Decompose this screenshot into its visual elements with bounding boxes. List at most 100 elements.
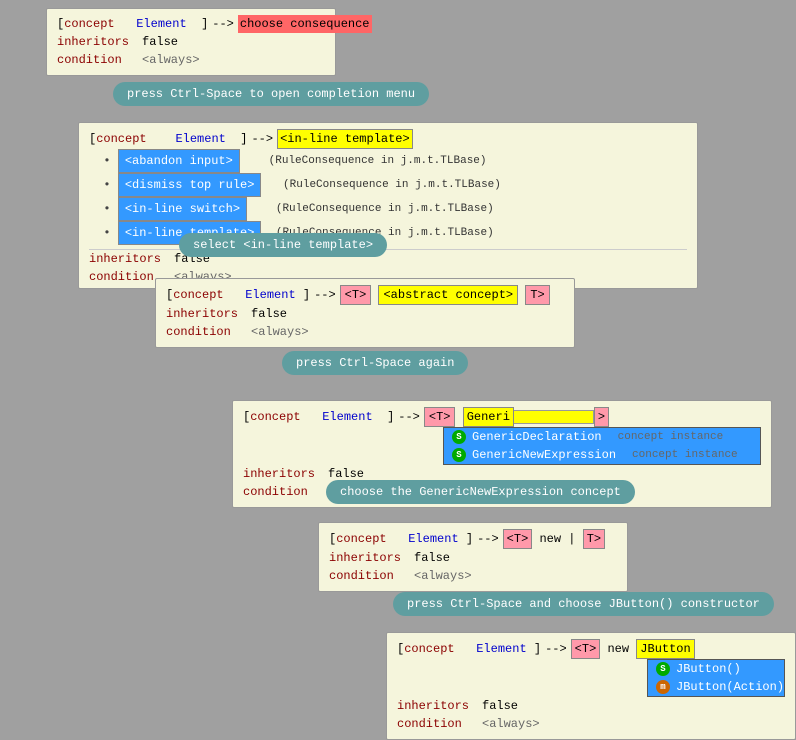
pipe-5: | xyxy=(568,530,575,548)
panel-1-line3: condition <always> xyxy=(57,51,325,69)
callout-5: press Ctrl-Space and choose JButton() co… xyxy=(393,592,774,616)
T2-label-5: T> xyxy=(583,529,605,549)
element-keyword-1: Element xyxy=(136,15,186,33)
jbutton-text-1: JButton(Action) xyxy=(676,680,784,694)
callout-2: select <in-line template> xyxy=(179,233,387,257)
element-keyword-6: Element xyxy=(476,640,526,658)
dropdown-item-1[interactable]: <dismiss top rule> xyxy=(118,173,262,197)
T-label-4: <T> xyxy=(424,407,456,427)
consequence-placeholder-1: choose consequence xyxy=(238,15,372,33)
dropdown-text-4-1: GenericNewExpression xyxy=(472,448,616,462)
panel-6: [ concept Element ] --> <T> new JButton … xyxy=(386,632,796,740)
condition-value-3: <always> xyxy=(251,323,309,341)
panel-5: [ concept Element ] --> <T> new | T> inh… xyxy=(318,522,628,592)
panel-1: [ concept Element ] --> choose consequen… xyxy=(46,8,336,76)
icon-m-jb1: m xyxy=(656,680,670,694)
inheritors-value-3: false xyxy=(251,305,287,323)
inheritors-label-6: inheritors xyxy=(397,697,482,715)
panel-1-line2: inheritors false xyxy=(57,33,325,51)
T-label-6: <T> xyxy=(571,639,601,659)
callout-3: press Ctrl-Space again xyxy=(282,351,468,375)
panel-3-line2: inheritors false xyxy=(166,305,564,323)
jbutton-label-6[interactable]: JButton xyxy=(636,639,694,659)
T2-label-3: T> xyxy=(525,285,549,305)
abstract-label-3: <abstract concept> xyxy=(378,285,518,305)
jbutton-text-0: JButton() xyxy=(676,662,741,676)
dropdown-text-4-0: GenericDeclaration xyxy=(472,430,602,444)
panel-3: [ concept Element ] --> <T> <abstract co… xyxy=(155,278,575,348)
selected-template-2: <in-line template> xyxy=(277,129,413,149)
inheritors-value-5: false xyxy=(414,549,450,567)
completion-dropdown-4: S GenericDeclaration concept instance S … xyxy=(443,427,761,465)
inheritors-label-5: inheritors xyxy=(329,549,414,567)
inheritors-label-3: inheritors xyxy=(166,305,251,323)
new-label-6: new xyxy=(607,640,629,658)
panel-1-line1: [ concept Element ] --> choose consequen… xyxy=(57,15,325,33)
jbutton-item-0[interactable]: S JButton() xyxy=(648,660,784,678)
dropdown-item-0[interactable]: <abandon input> xyxy=(118,149,240,173)
dropdown-item-4-1[interactable]: S GenericNewExpression concept instance xyxy=(444,446,760,464)
condition-label-5: condition xyxy=(329,567,414,585)
callout-1-text: press Ctrl-Space to open completion menu xyxy=(127,87,415,101)
panel-6-line3: condition <always> xyxy=(397,715,785,733)
input-field-4[interactable]: Generi xyxy=(463,407,514,427)
panel-5-line3: condition <always> xyxy=(329,567,617,585)
element-keyword-2: Element xyxy=(175,130,225,148)
panel-2-line2: • <abandon input> (RuleConsequence in j.… xyxy=(89,149,687,173)
icon-s-1: S xyxy=(452,448,466,462)
inheritors-label-4: inheritors xyxy=(243,465,328,483)
callout-2-text: select <in-line template> xyxy=(193,238,373,252)
dropdown-type-4-0: concept instance xyxy=(618,431,724,443)
jbutton-dropdown-6: S JButton() m JButton(Action) xyxy=(647,659,785,697)
inheritors-label-1: inheritors xyxy=(57,33,142,51)
callout-5-text: press Ctrl-Space and choose JButton() co… xyxy=(407,597,760,611)
icon-s-0: S xyxy=(452,430,466,444)
concept-keyword-3: concept xyxy=(173,286,223,304)
concept-keyword-5: concept xyxy=(336,530,386,548)
panel-2-container: [ concept Element ] --> <in-line templat… xyxy=(78,122,698,289)
new-label-5: new xyxy=(539,530,561,548)
panel-4-line1: [ concept Element ] --> <T> Generi > xyxy=(243,407,761,427)
icon-s-jb0: S xyxy=(656,662,670,676)
bracket-close-4: > xyxy=(594,407,609,427)
condition-label-6: condition xyxy=(397,715,482,733)
concept-keyword-2: concept xyxy=(96,130,146,148)
panel-2-line1: [ concept Element ] --> <in-line templat… xyxy=(89,129,687,149)
callout-3-text: press Ctrl-Space again xyxy=(296,356,454,370)
condition-value-6: <always> xyxy=(482,715,540,733)
condition-label-3: condition xyxy=(166,323,251,341)
concept-keyword-4: concept xyxy=(250,408,300,426)
panel-6-line2: inheritors false xyxy=(397,697,785,715)
panel-2-line4: • <in-line switch> (RuleConsequence in j… xyxy=(89,197,687,221)
condition-label-1: condition xyxy=(57,51,142,69)
T-label-3: <T> xyxy=(340,285,372,305)
panel-6-line1: [ concept Element ] --> <T> new JButton xyxy=(397,639,785,659)
condition-value-5: <always> xyxy=(414,567,472,585)
condition-value-1: <always> xyxy=(142,51,200,69)
panel-5-line1: [ concept Element ] --> <T> new | T> xyxy=(329,529,617,549)
panel-3-line1: [ concept Element ] --> <T> <abstract co… xyxy=(166,285,564,305)
panel-2-line3: • <dismiss top rule> (RuleConsequence in… xyxy=(89,173,687,197)
inheritors-label-2: inheritors xyxy=(89,250,174,268)
panel-2-line6: inheritors false xyxy=(89,250,687,268)
concept-keyword-6: concept xyxy=(404,640,454,658)
element-keyword-3: Element xyxy=(245,286,295,304)
inheritors-value-6: false xyxy=(482,697,518,715)
inheritors-value-1: false xyxy=(142,33,178,51)
callout-4: choose the GenericNewExpression concept xyxy=(326,480,635,504)
callout-1: press Ctrl-Space to open completion menu xyxy=(113,82,429,106)
element-keyword-5: Element xyxy=(408,530,458,548)
dropdown-item-4-0[interactable]: S GenericDeclaration concept instance xyxy=(444,428,760,446)
condition-label-4: condition xyxy=(243,483,328,501)
concept-keyword-1: concept xyxy=(64,15,114,33)
T-label-5: <T> xyxy=(503,529,533,549)
jbutton-item-1[interactable]: m JButton(Action) xyxy=(648,678,784,696)
panel-2: [ concept Element ] --> <in-line templat… xyxy=(78,122,698,289)
element-keyword-4: Element xyxy=(322,408,372,426)
panel-5-line2: inheritors false xyxy=(329,549,617,567)
panel-3-line3: condition <always> xyxy=(166,323,564,341)
dropdown-item-2[interactable]: <in-line switch> xyxy=(118,197,247,221)
panel-6-container: [ concept Element ] --> <T> new JButton … xyxy=(386,632,796,740)
callout-4-text: choose the GenericNewExpression concept xyxy=(340,485,621,499)
dropdown-type-4-1: concept instance xyxy=(632,449,738,461)
